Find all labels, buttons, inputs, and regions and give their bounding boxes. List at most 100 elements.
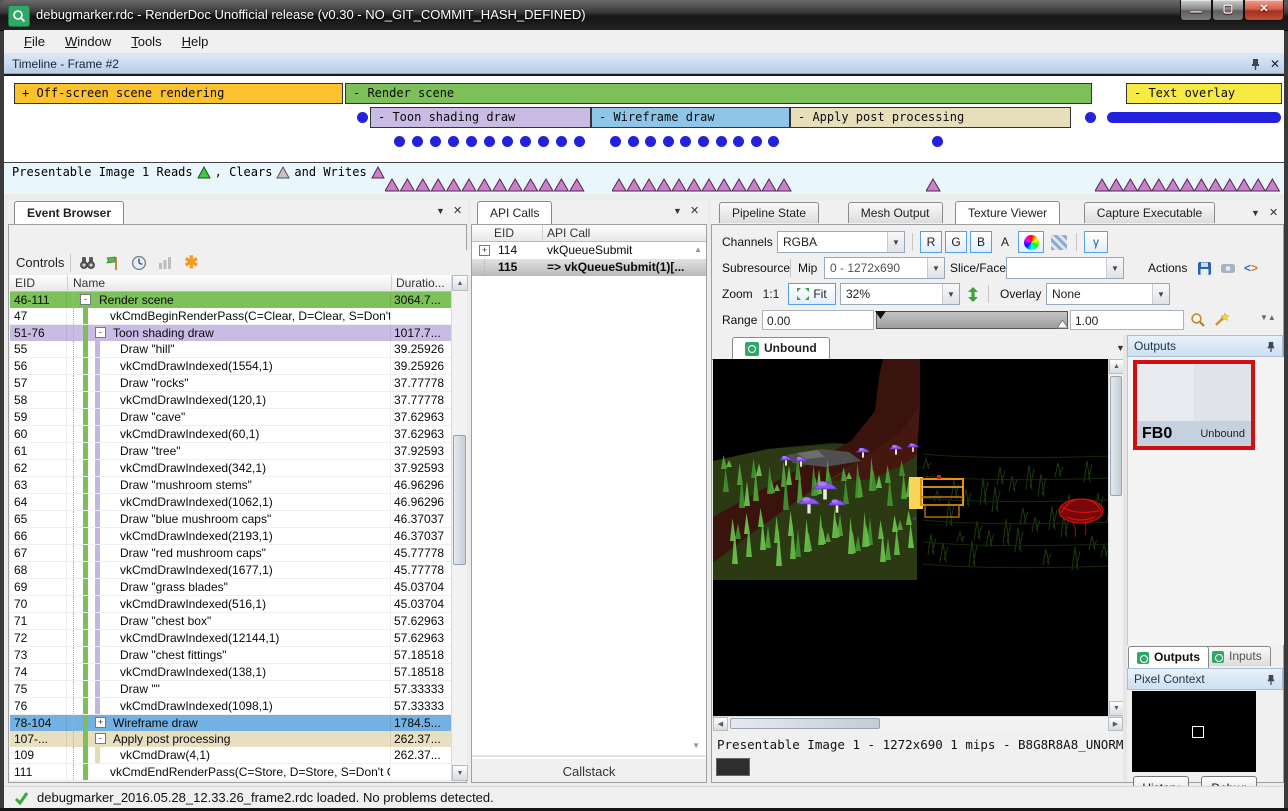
timeline-event-dot[interactable] [466, 136, 477, 147]
timeline-marker-apply-post-processing[interactable]: - Apply post processing [790, 107, 1071, 128]
zoom-1-1-button[interactable]: 1:1 [758, 283, 784, 305]
clock-icon[interactable] [129, 253, 149, 273]
timeline-marker-off-screen-scene-rendering[interactable]: + Off-screen scene rendering [14, 83, 343, 104]
scroll-up-icon[interactable]: ▲ [452, 275, 468, 291]
close-button[interactable]: ✕ [1244, 0, 1284, 21]
timeline-event-dot[interactable] [645, 136, 656, 147]
event-row-61[interactable]: 61Draw "tree"37.92593 [10, 443, 451, 460]
timeline-event-bar[interactable] [1107, 112, 1281, 123]
event-row-67[interactable]: 67Draw "red mushroom caps"45.77778 [10, 545, 451, 562]
find-icon[interactable] [77, 253, 97, 273]
panel-menu-icon[interactable]: ▼ [1251, 208, 1260, 218]
timeline-event-dot[interactable] [698, 136, 709, 147]
event-row-75[interactable]: 75Draw ""57.33333 [10, 681, 451, 698]
zoom-select[interactable]: 32%▼ [840, 283, 960, 305]
panel-menu-icon[interactable]: ▼ [436, 206, 445, 216]
tab-unbound-texture[interactable]: Unbound [732, 337, 830, 359]
timeline-marker-toon-shading-draw[interactable]: - Toon shading draw [370, 107, 591, 128]
event-row-46-111[interactable]: 46-111-Render scene3064.7... [10, 292, 451, 308]
timeline-close-icon[interactable]: ✕ [1270, 54, 1280, 74]
event-browser-scrollbar[interactable]: ▲ ▼ [451, 275, 467, 781]
expander-icon[interactable]: - [95, 327, 106, 338]
range-black-handle[interactable] [875, 311, 887, 320]
timeline-event-dot[interactable] [751, 136, 762, 147]
event-row-74[interactable]: 74vkCmdDrawIndexed(138,1)57.18518 [10, 664, 451, 681]
event-row-62[interactable]: 62vkCmdDrawIndexed(342,1)37.92593 [10, 460, 451, 477]
expander-icon[interactable]: + [95, 717, 106, 728]
timeline-event-dot[interactable] [768, 136, 779, 147]
timeline-event-dot[interactable] [556, 136, 567, 147]
tab-api-calls[interactable]: API Calls [477, 201, 552, 224]
timeline-event-dot[interactable] [412, 136, 423, 147]
event-row-56[interactable]: 56vkCmdDrawIndexed(1554,1)39.25926 [10, 358, 451, 375]
fit-button[interactable]: Fit [788, 283, 836, 305]
timeline-panel[interactable]: + Off-screen scene rendering- Render sce… [4, 74, 1284, 194]
save-icon[interactable] [1193, 257, 1215, 279]
timeline-event-dot[interactable] [484, 136, 495, 147]
timeline-event-dot[interactable] [680, 136, 691, 147]
range-min-field[interactable]: 0.00 [762, 310, 874, 330]
flip-y-icon[interactable] [964, 283, 982, 305]
timeline-event-dot[interactable] [610, 136, 621, 147]
column-header-apicall[interactable]: API Call [542, 225, 706, 242]
timeline-event-dot[interactable] [448, 136, 459, 147]
range-slider[interactable] [876, 311, 1068, 329]
viewport-vscrollbar[interactable]: ▲ ▼ [1108, 359, 1123, 716]
event-row-107-[interactable]: 107-...-Apply post processing262.37... [10, 731, 451, 747]
panel-close-icon[interactable]: ✕ [1269, 206, 1278, 219]
maximize-button[interactable]: ▢ [1212, 0, 1244, 21]
event-row-76[interactable]: 76vkCmdDrawIndexed(1098,1)57.33333 [10, 698, 451, 715]
event-row-70[interactable]: 70vkCmdDrawIndexed(516,1)45.03704 [10, 596, 451, 613]
colorwheel-button[interactable] [1018, 231, 1044, 253]
event-row-58[interactable]: 58vkCmdDrawIndexed(120,1)37.77778 [10, 392, 451, 409]
event-row-57[interactable]: 57Draw "rocks"37.77778 [10, 375, 451, 392]
viewport-hscrollbar[interactable]: ◀ ▶ [713, 716, 1123, 730]
scroll-up-icon[interactable]: ▲ [1109, 359, 1124, 374]
slice-face-select[interactable]: ▼ [1006, 257, 1124, 279]
event-row-47[interactable]: 47vkCmdBeginRenderPass(C=Clear, D=Clear,… [10, 308, 451, 325]
tab-inputs[interactable]: Inputs [1203, 646, 1271, 666]
expander-icon[interactable]: - [95, 733, 106, 744]
timeline-event-dot[interactable] [932, 136, 943, 147]
scrollbar-thumb[interactable] [1110, 376, 1122, 496]
panel-close-icon[interactable]: ✕ [690, 204, 699, 217]
event-row-63[interactable]: 63Draw "mushroom stems"46.96296 [10, 477, 451, 494]
minimize-button[interactable]: — [1180, 0, 1212, 21]
api-row-114[interactable]: 114+vkQueueSubmit [472, 242, 706, 259]
gamma-button[interactable]: γ [1084, 231, 1108, 253]
timeline-event-dot[interactable] [502, 136, 513, 147]
timeline-event-dot[interactable] [1085, 112, 1096, 123]
tab-pipeline-state[interactable]: Pipeline State [719, 202, 819, 223]
timeline-event-dot[interactable] [520, 136, 531, 147]
pin-icon[interactable] [1250, 58, 1261, 70]
mip-select[interactable]: 0 - 1272x690▼ [824, 257, 945, 279]
scrollbar-thumb[interactable] [730, 718, 880, 729]
event-row-60[interactable]: 60vkCmdDrawIndexed(60,1)37.62963 [10, 426, 451, 443]
link-icon[interactable] [1217, 257, 1239, 279]
pin-icon[interactable] [1266, 341, 1276, 352]
menu-file[interactable]: File [14, 32, 55, 51]
channel-alpha-button[interactable]: A [996, 231, 1014, 253]
timeline-marker-text-overlay[interactable]: - Text overlay [1126, 83, 1282, 104]
wand-icon[interactable] [1211, 309, 1231, 331]
code-icon[interactable]: <> [1240, 257, 1262, 279]
range-white-handle[interactable] [1057, 320, 1069, 329]
tab-outputs[interactable]: Outputs [1128, 646, 1209, 668]
timeline-event-dot[interactable] [663, 136, 674, 147]
event-row-111[interactable]: 111vkCmdEndRenderPass(C=Store, D=Store, … [10, 764, 451, 781]
bookmark-icon[interactable]: ✱ [181, 253, 201, 273]
magnifier-icon[interactable] [1188, 309, 1208, 331]
texture-viewport[interactable]: ▲ ▼ [713, 359, 1123, 716]
channel-green-button[interactable]: G [945, 231, 967, 253]
api-row-115[interactable]: 115=> vkQueueSubmit(1)[... [472, 259, 706, 276]
scroll-right-icon[interactable]: ▶ [1108, 717, 1123, 731]
output-thumbnail-fb0[interactable]: FB0 Unbound [1133, 360, 1255, 450]
stats-icon[interactable] [155, 253, 175, 273]
scroll-down-icon[interactable]: ▼ [1109, 701, 1124, 716]
timeline-event-dot[interactable] [628, 136, 639, 147]
channel-blue-button[interactable]: B [970, 231, 992, 253]
panel-close-icon[interactable]: ✕ [453, 204, 462, 217]
timeline-marker-render-scene[interactable]: - Render scene [345, 83, 1092, 104]
flag-icon[interactable] [103, 253, 123, 273]
tab-capture-executable[interactable]: Capture Executable [1084, 202, 1215, 223]
